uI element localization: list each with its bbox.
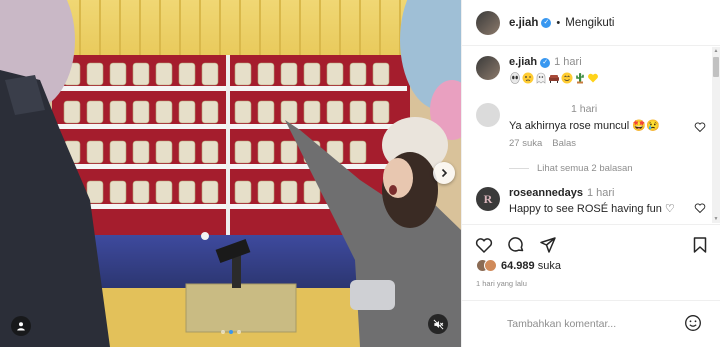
replies-divider bbox=[509, 168, 529, 169]
carousel-indicator bbox=[0, 330, 461, 334]
next-slide-button[interactable] bbox=[433, 162, 455, 184]
verified-badge-icon: ✓ bbox=[540, 58, 551, 68]
carousel-dot bbox=[220, 330, 225, 334]
comment-likes[interactable]: 27 suka bbox=[509, 138, 542, 149]
author-username[interactable]: e.jiah bbox=[509, 17, 538, 29]
caption-time[interactable]: 1 hari bbox=[554, 56, 582, 68]
comment-text: Ya akhirnya rose muncul 🤩😢 bbox=[509, 120, 660, 132]
liker-avatar bbox=[484, 259, 497, 272]
comment-input[interactable] bbox=[507, 316, 677, 332]
author-avatar[interactable] bbox=[476, 10, 500, 35]
scroll-up-arrow[interactable]: ▲ bbox=[713, 48, 719, 54]
caption-avatar[interactable] bbox=[476, 56, 500, 80]
comment-icon[interactable] bbox=[507, 236, 525, 254]
ghost-emoji bbox=[536, 72, 546, 84]
cactus-emoji bbox=[576, 73, 584, 84]
likes-summary[interactable]: 64.989 suka bbox=[476, 259, 561, 272]
reply-button[interactable]: Balas bbox=[552, 138, 576, 149]
post-caption: e.jiah ✓ 1 hari bbox=[476, 56, 599, 84]
instagram-post-view: e.jiah ✓ • Mengikuti e.jiah ✓ 1 hari 1 h… bbox=[0, 0, 720, 347]
separator-dot: • bbox=[556, 16, 561, 29]
bookmark-icon[interactable] bbox=[691, 236, 709, 254]
commenter-avatar[interactable] bbox=[476, 103, 500, 127]
carousel-dot-active bbox=[228, 330, 233, 334]
muted-speaker-icon bbox=[433, 319, 443, 329]
post-timestamp[interactable]: 1 hari yang lalu bbox=[476, 279, 527, 288]
yellow-heart-emoji bbox=[588, 73, 598, 83]
sofa-emoji bbox=[549, 75, 559, 83]
likes-number: 64.989 bbox=[501, 259, 535, 272]
scrollbar-thumb[interactable] bbox=[713, 57, 719, 77]
alien-emoji bbox=[510, 72, 520, 84]
comment-time[interactable]: 1 hari bbox=[571, 103, 597, 115]
chevron-right-icon bbox=[441, 168, 448, 178]
likes-count[interactable]: 64.989 suka bbox=[501, 260, 561, 272]
woozy-face-emoji bbox=[522, 72, 534, 84]
commenter-username[interactable]: roseannedays bbox=[509, 187, 583, 199]
view-replies-button[interactable]: Lihat semua 2 balasan bbox=[509, 163, 633, 174]
smile-icon[interactable] bbox=[684, 314, 702, 332]
verified-badge-icon: ✓ bbox=[541, 17, 552, 28]
scroll-down-arrow[interactable]: ▼ bbox=[713, 216, 719, 222]
heart-icon[interactable] bbox=[694, 121, 706, 133]
commenter-avatar[interactable]: R bbox=[476, 187, 500, 211]
comment-time[interactable]: 1 hari bbox=[587, 187, 615, 199]
share-icon[interactable] bbox=[539, 236, 557, 254]
post-media[interactable] bbox=[0, 0, 461, 347]
add-comment-bar bbox=[462, 300, 720, 347]
comment-text: Happy to see ROSÉ having fun ♡ bbox=[509, 203, 675, 215]
caption-emoji-text bbox=[509, 72, 599, 84]
heart-icon[interactable] bbox=[694, 202, 706, 214]
likes-suffix: suka bbox=[537, 259, 561, 272]
smiling-face-emoji bbox=[561, 72, 573, 84]
post-header: e.jiah ✓ • Mengikuti bbox=[462, 0, 720, 46]
heart-icon[interactable] bbox=[475, 236, 493, 254]
view-replies-label: Lihat semua 2 balasan bbox=[537, 163, 633, 174]
carousel-dot bbox=[236, 330, 241, 334]
post-sidebar: e.jiah ✓ • Mengikuti e.jiah ✓ 1 hari 1 h… bbox=[461, 0, 720, 347]
post-actions bbox=[462, 224, 720, 264]
comment-meta: 27 suka Balas bbox=[509, 138, 576, 149]
caption-username[interactable]: e.jiah bbox=[509, 56, 537, 68]
video-frame bbox=[0, 0, 461, 347]
comments-list[interactable]: e.jiah ✓ 1 hari 1 hari Ya akhirnya rose … bbox=[462, 47, 713, 223]
following-button[interactable]: Mengikuti bbox=[565, 17, 614, 29]
